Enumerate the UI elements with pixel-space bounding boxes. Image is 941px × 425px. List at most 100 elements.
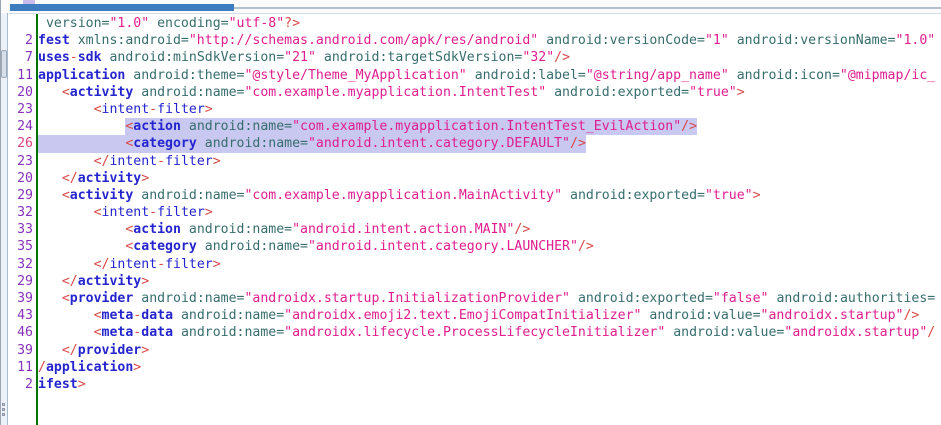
token-op: </: [62, 274, 78, 289]
token-attr: android:exported=: [546, 85, 689, 100]
token-str: "true": [689, 85, 737, 100]
token-pl: [38, 188, 62, 203]
token-pl: [38, 136, 125, 151]
token-op: >: [141, 274, 149, 289]
token-elb: provider: [78, 343, 142, 358]
token-op: </: [94, 154, 110, 169]
code-line[interactable]: </activity>: [38, 170, 941, 187]
code-line[interactable]: </provider>: [38, 342, 941, 359]
splitter-grip-dot[interactable]: [2, 413, 5, 416]
line-number: 32: [9, 204, 36, 221]
code-line[interactable]: application android:theme="@style/Theme_…: [38, 67, 941, 84]
line-number: 35: [9, 238, 36, 255]
token-attr: android:versionName=: [729, 33, 896, 48]
token-str: "true": [705, 188, 753, 203]
token-attr: android:authorities=: [769, 291, 936, 306]
active-tab-highlight-bar[interactable]: [10, 4, 234, 11]
code-line[interactable]: </intent-filter>: [38, 153, 941, 170]
line-number: 33: [9, 221, 36, 238]
code-line[interactable]: <provider android:name="androidx.startup…: [38, 290, 941, 307]
line-number: 2: [9, 376, 36, 393]
line-number: 23: [9, 153, 36, 170]
token-attr: android:name=: [133, 85, 244, 100]
code-line-text: <meta-data android:name="androidx.lifecy…: [38, 325, 935, 340]
code-line[interactable]: <action android:name="android.intent.act…: [38, 221, 941, 238]
token-op: -: [149, 102, 157, 117]
code-line[interactable]: <category android:name="android.intent.c…: [38, 135, 941, 152]
code-line[interactable]: <meta-data android:name="androidx.emoji2…: [38, 307, 941, 324]
code-line[interactable]: <intent-filter>: [38, 101, 941, 118]
token-str: "com.example.myapplication.MainActivity": [244, 188, 562, 203]
line-number: 11: [9, 67, 36, 84]
token-str: "utf-8": [229, 16, 285, 31]
token-pl: [38, 119, 125, 134]
token-el: intent: [102, 102, 150, 117]
token-op: /: [38, 360, 46, 375]
token-elb: activity: [70, 85, 134, 100]
token-str: "32": [522, 50, 554, 65]
token-pl: [38, 325, 94, 340]
code-line-text: <activity android:name="com.example.myap…: [38, 188, 761, 203]
code-line[interactable]: fest xmlns:android="http://schemas.andro…: [38, 32, 941, 49]
xml-code-editor[interactable]: 271120232426232029323335322939434639112 …: [9, 13, 941, 425]
token-elb: meta: [102, 308, 134, 323]
code-line[interactable]: <action android:name="com.example.myappl…: [38, 118, 941, 135]
code-line[interactable]: <category android:name="android.intent.c…: [38, 238, 941, 255]
token-op: /: [927, 325, 935, 340]
token-attr: android:name=: [173, 308, 284, 323]
token-attr: android:exported=: [570, 291, 713, 306]
token-str: "androidx.startup.InitializationProvider…: [244, 291, 570, 306]
line-number: 43: [9, 307, 36, 324]
token-el: filter: [157, 102, 205, 117]
line-number: 29: [9, 187, 36, 204]
token-elb: activity: [78, 274, 142, 289]
token-elb: fest: [38, 33, 70, 48]
code-line[interactable]: <meta-data android:name="androidx.lifecy…: [38, 324, 941, 341]
code-line[interactable]: <intent-filter>: [38, 204, 941, 221]
token-str: "com.example.myapplication.IntentTest_Ev…: [292, 119, 681, 134]
line-number: 7: [9, 49, 36, 66]
token-el: filter: [165, 154, 213, 169]
code-line-text: /application>: [38, 360, 141, 375]
line-number-gutter: 271120232426232029323335322939434639112: [9, 14, 36, 425]
token-str: "1": [705, 33, 729, 48]
token-attr: version=: [38, 16, 109, 31]
token-str: "1.0": [109, 16, 149, 31]
token-attr: android:name=: [133, 188, 244, 203]
token-pl: [38, 308, 94, 323]
token-elb: provider: [70, 291, 134, 306]
token-str: "android.intent.category.DEFAULT": [308, 136, 570, 151]
token-op: />: [578, 239, 594, 254]
code-line[interactable]: uses-sdk android:minSdkVersion="21" andr…: [38, 49, 941, 66]
token-op: />: [903, 308, 919, 323]
token-el: filter: [165, 257, 213, 272]
token-op: >: [205, 205, 213, 220]
code-line-text: <action android:name="com.example.myappl…: [38, 119, 697, 134]
token-op: >: [141, 171, 149, 186]
token-op: <: [62, 291, 70, 306]
code-line[interactable]: /application>: [38, 359, 941, 376]
code-line[interactable]: <activity android:name="com.example.myap…: [38, 187, 941, 204]
splitter-grip-dot[interactable]: [2, 408, 5, 411]
token-op: >: [213, 154, 221, 169]
token-str: "1.0": [896, 33, 936, 48]
side-panel-scrollbar-thumb[interactable]: [1, 50, 7, 78]
code-line[interactable]: version="1.0" encoding="utf-8"?>: [38, 15, 941, 32]
code-line-text: fest xmlns:android="http://schemas.andro…: [38, 33, 935, 48]
token-op: -: [70, 50, 78, 65]
code-text-area[interactable]: version="1.0" encoding="utf-8"?>fest xml…: [36, 14, 941, 425]
code-line-text: ifest>: [38, 377, 86, 392]
code-line[interactable]: ifest>: [38, 376, 941, 393]
token-elb: action: [133, 119, 181, 134]
code-line[interactable]: </activity>: [38, 273, 941, 290]
splitter-grip-dot[interactable]: [2, 403, 5, 406]
code-line-text: <category android:name="android.intent.c…: [38, 239, 594, 254]
token-pl: [38, 257, 94, 272]
code-line[interactable]: </intent-filter>: [38, 256, 941, 273]
token-op: -: [157, 154, 165, 169]
line-number: 46: [9, 324, 36, 341]
token-op: >: [141, 343, 149, 358]
code-line[interactable]: <activity android:name="com.example.myap…: [38, 84, 941, 101]
token-op: </: [62, 343, 78, 358]
code-line-text: uses-sdk android:minSdkVersion="21" andr…: [38, 50, 570, 65]
